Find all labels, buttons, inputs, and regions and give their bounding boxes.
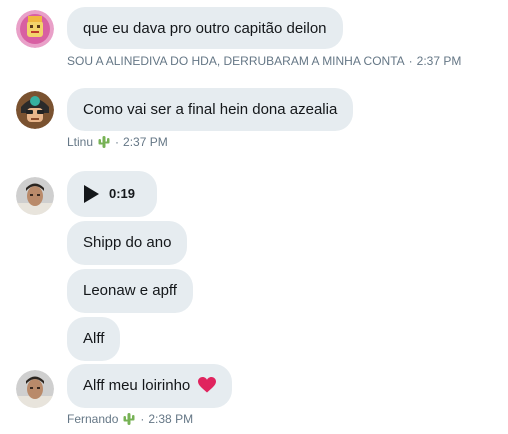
message-bubble[interactable]: Alff meu loirinho bbox=[67, 364, 233, 408]
message-bubble[interactable]: Shipp do ano bbox=[67, 221, 188, 265]
message-text: Alff bbox=[83, 330, 105, 347]
message-text: Leonaw e apff bbox=[83, 282, 177, 299]
meta-separator: · bbox=[140, 412, 145, 426]
message-meta: SOU A ALINEDIVA DO HDA, DERRUBARAM A MIN… bbox=[67, 54, 461, 68]
message-text: Shipp do ano bbox=[83, 234, 172, 251]
avatar-ltinu[interactable] bbox=[16, 91, 54, 129]
avatar-alinediva[interactable] bbox=[16, 10, 54, 48]
audio-message-bubble[interactable]: 0:19 bbox=[67, 171, 157, 217]
message-text: que eu dava pro outro capitão deilon bbox=[83, 20, 327, 37]
timestamp: 2:37 PM bbox=[416, 54, 462, 68]
message-text: Como vai ser a final hein dona azealia bbox=[83, 101, 338, 118]
play-icon[interactable] bbox=[83, 185, 99, 203]
message-meta: Ltinu · 2:37 PM bbox=[67, 135, 168, 149]
meta-separator: · bbox=[115, 135, 120, 149]
timestamp: 2:37 PM bbox=[123, 135, 168, 149]
avatar-fernando[interactable] bbox=[16, 370, 54, 408]
message-bubble[interactable]: Alff bbox=[67, 317, 121, 361]
author-name[interactable]: Ltinu bbox=[67, 135, 93, 149]
message-text: Alff meu loirinho bbox=[83, 377, 191, 394]
message-bubble[interactable]: que eu dava pro outro capitão deilon bbox=[67, 7, 343, 49]
message-meta: Fernando · 2:38 PM bbox=[67, 412, 193, 426]
message-bubble[interactable]: Como vai ser a final hein dona azealia bbox=[67, 88, 354, 131]
message-bubble[interactable]: Leonaw e apff bbox=[67, 269, 193, 313]
cactus-icon bbox=[123, 413, 135, 425]
author-name[interactable]: SOU A ALINEDIVA DO HDA, DERRUBARAM A MIN… bbox=[67, 54, 405, 68]
heart-icon bbox=[198, 377, 217, 393]
author-name[interactable]: Fernando bbox=[67, 412, 118, 426]
avatar-fernando[interactable] bbox=[16, 177, 54, 215]
timestamp: 2:38 PM bbox=[148, 412, 194, 426]
meta-separator: · bbox=[408, 54, 413, 68]
cactus-icon bbox=[98, 136, 110, 148]
audio-duration: 0:19 bbox=[109, 186, 136, 201]
